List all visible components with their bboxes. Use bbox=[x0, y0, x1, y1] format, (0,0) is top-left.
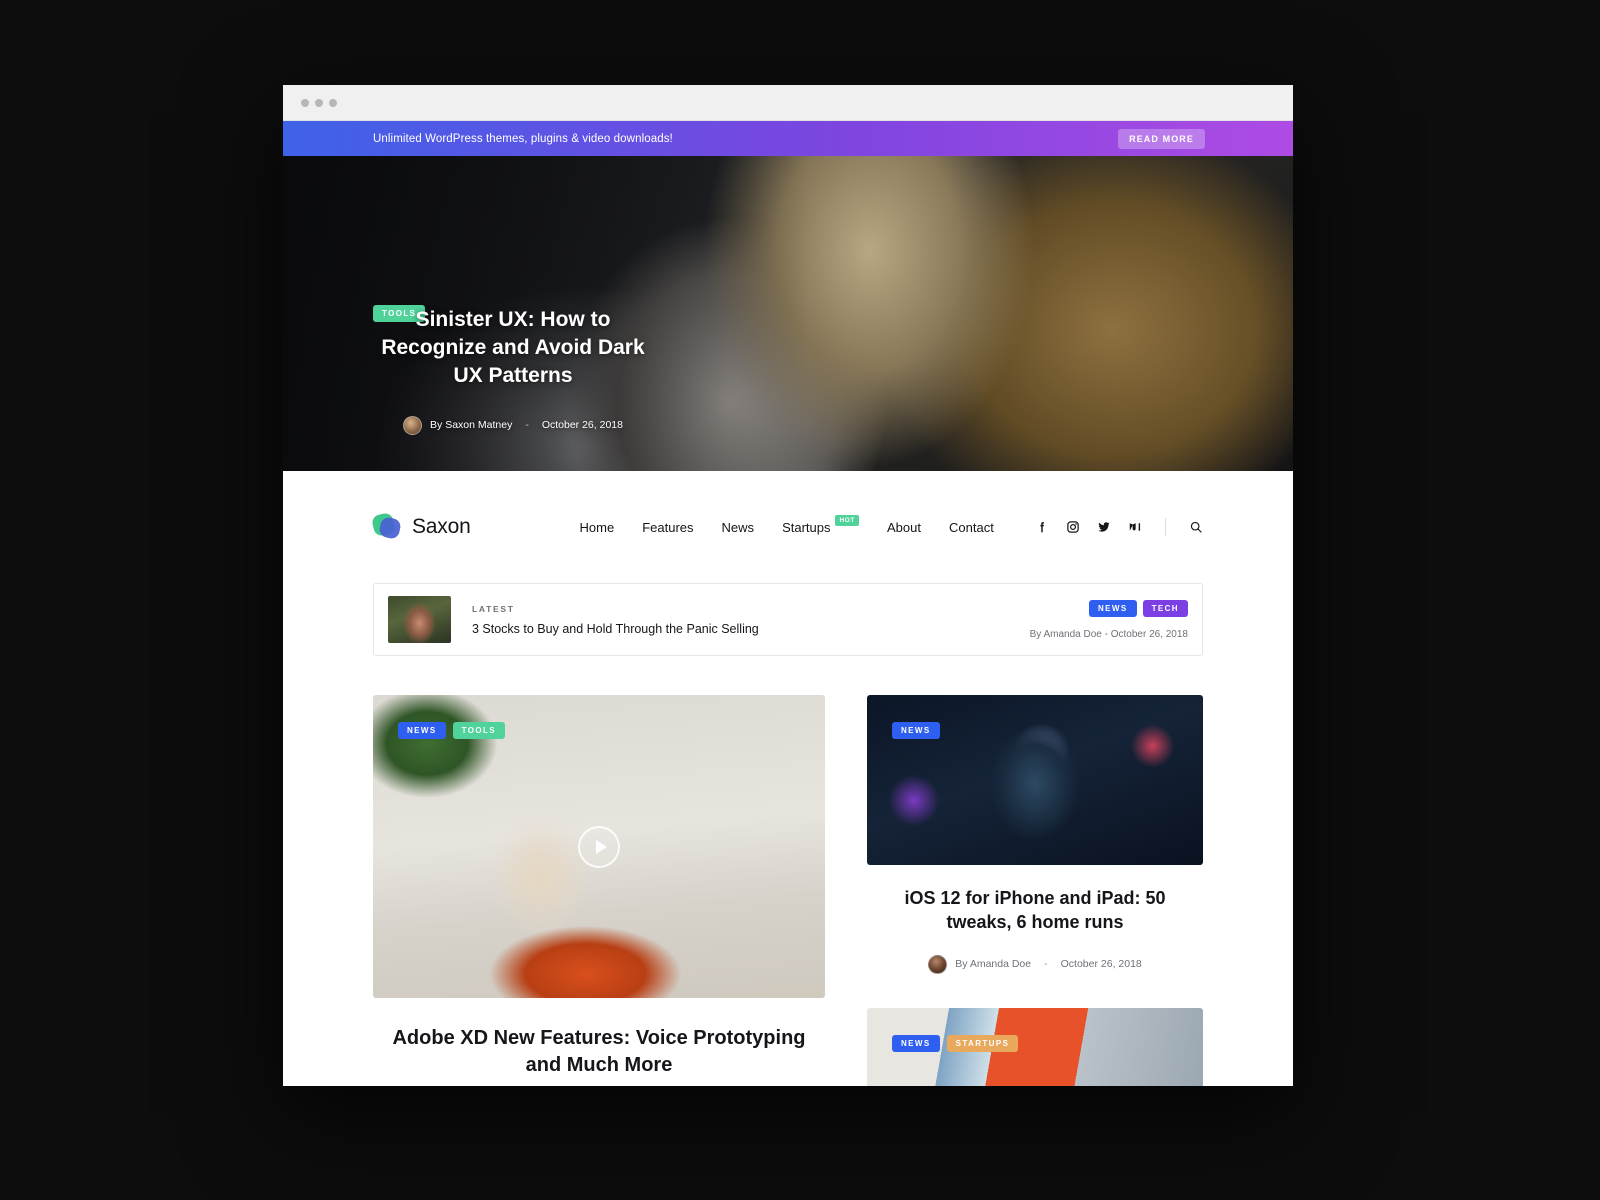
site-logo[interactable]: Saxon bbox=[370, 511, 471, 541]
promo-banner: Unlimited WordPress themes, plugins & vi… bbox=[283, 121, 1293, 156]
latest-post-thumbnail bbox=[388, 596, 451, 643]
nav-label: Contact bbox=[949, 519, 994, 535]
nav-item-contact[interactable]: Contact bbox=[949, 520, 994, 535]
search-icon[interactable] bbox=[1189, 520, 1203, 534]
latest-post-meta-block: NEWS TECH By Amanda Doe - October 26, 20… bbox=[1029, 599, 1188, 640]
video-play-icon[interactable] bbox=[578, 825, 620, 868]
post-ios12-separator: - bbox=[1044, 958, 1048, 971]
browser-titlebar bbox=[283, 85, 1293, 121]
post-grid-right-column: NEWS iOS 12 for iPhone and iPad: 50 twea… bbox=[867, 695, 1203, 1086]
latest-byline: By Amanda Doe - October 26, 2018 bbox=[1029, 628, 1188, 640]
hero-meta-separator: - bbox=[525, 419, 529, 432]
post-ios12-author-avatar bbox=[928, 954, 948, 974]
latest-post-text: LATEST 3 Stocks to Buy and Hold Through … bbox=[472, 604, 759, 636]
post-card-main: NEWS TOOLS Adobe XD New Features: Voice … bbox=[373, 695, 825, 1086]
nav-label: About bbox=[887, 519, 921, 535]
nav-label: Features bbox=[642, 519, 694, 535]
window-minimize-dot[interactable] bbox=[315, 98, 323, 107]
post-main-pill-tools[interactable]: TOOLS bbox=[452, 722, 506, 739]
nav-item-news[interactable]: News bbox=[722, 520, 755, 535]
promo-text: Unlimited WordPress themes, plugins & vi… bbox=[373, 132, 673, 145]
screenshot-canvas: Unlimited WordPress themes, plugins & vi… bbox=[0, 0, 1600, 1200]
post-startups-pills: NEWS STARTUPS bbox=[892, 1034, 1019, 1052]
latest-pill-tech[interactable]: TECH bbox=[1142, 599, 1188, 617]
post-ios12-byline: By Amanda Doe - October 26, 2018 bbox=[867, 954, 1203, 974]
latest-post-title[interactable]: 3 Stocks to Buy and Hold Through the Pan… bbox=[472, 622, 759, 636]
saxon-logo-icon bbox=[370, 511, 402, 541]
post-main-pills: NEWS TOOLS bbox=[398, 722, 506, 739]
post-startups-pill-news[interactable]: NEWS bbox=[892, 1034, 940, 1052]
site-brand-name: Saxon bbox=[412, 515, 471, 538]
facebook-icon[interactable] bbox=[1035, 520, 1049, 534]
nav-item-home[interactable]: Home bbox=[580, 520, 615, 535]
nav-label: Home bbox=[579, 519, 615, 535]
site-header: Saxon Home Features News Startups HOT Ab… bbox=[283, 471, 1293, 583]
hero-author-avatar bbox=[403, 415, 423, 435]
latest-pill-news[interactable]: NEWS bbox=[1089, 599, 1137, 617]
post-ios12-title[interactable]: iOS 12 for iPhone and iPad: 50 tweaks, 6… bbox=[867, 887, 1203, 935]
post-ios12-image bbox=[867, 695, 1203, 865]
header-utilities bbox=[1035, 518, 1203, 536]
latest-post-bar[interactable]: LATEST 3 Stocks to Buy and Hold Through … bbox=[373, 583, 1203, 656]
hero-byline: By Saxon Matney - October 26, 2018 bbox=[373, 415, 653, 435]
hero-featured-post[interactable]: TOOLS Sinister UX: How to Recognize and … bbox=[283, 156, 1293, 471]
post-card-ios12: NEWS iOS 12 for iPhone and iPad: 50 twea… bbox=[867, 695, 1203, 974]
header-divider bbox=[1165, 518, 1166, 536]
primary-navigation: Home Features News Startups HOT About Co… bbox=[580, 514, 994, 535]
instagram-icon[interactable] bbox=[1066, 520, 1080, 534]
post-grid: NEWS TOOLS Adobe XD New Features: Voice … bbox=[373, 695, 1203, 1086]
nav-item-startups[interactable]: Startups HOT bbox=[782, 514, 860, 535]
post-startups-media[interactable]: NEWS STARTUPS bbox=[867, 1007, 1203, 1086]
promo-read-more-button[interactable]: READ MORE bbox=[1118, 128, 1205, 149]
medium-icon[interactable] bbox=[1128, 520, 1142, 534]
nav-item-features[interactable]: Features bbox=[642, 520, 693, 535]
nav-label: Startups bbox=[782, 519, 831, 535]
nav-label: News bbox=[721, 519, 755, 535]
post-ios12-pills: NEWS bbox=[892, 722, 940, 739]
twitter-icon[interactable] bbox=[1097, 520, 1111, 534]
nav-item-about[interactable]: About bbox=[887, 520, 921, 535]
window-maximize-dot[interactable] bbox=[329, 98, 337, 107]
hero-text-block: Sinister UX: How to Recognize and Avoid … bbox=[373, 294, 653, 435]
window-close-dot[interactable] bbox=[301, 98, 309, 107]
hero-title[interactable]: Sinister UX: How to Recognize and Avoid … bbox=[373, 306, 653, 390]
post-card-startups: NEWS STARTUPS bbox=[867, 1007, 1203, 1086]
hero-date: October 26, 2018 bbox=[541, 419, 623, 432]
browser-window: Unlimited WordPress themes, plugins & vi… bbox=[283, 85, 1293, 1086]
post-startups-pill-startups[interactable]: STARTUPS bbox=[946, 1034, 1019, 1052]
post-main-pill-news[interactable]: NEWS bbox=[398, 722, 446, 739]
post-ios12-author[interactable]: By Amanda Doe bbox=[955, 958, 1031, 970]
latest-category-pills: NEWS TECH bbox=[1030, 599, 1188, 617]
post-ios12-date: October 26, 2018 bbox=[1060, 958, 1142, 971]
nav-hot-badge: HOT bbox=[835, 514, 860, 526]
post-ios12-pill-news[interactable]: NEWS bbox=[892, 722, 940, 739]
post-ios12-media[interactable]: NEWS bbox=[867, 695, 1203, 865]
latest-label: LATEST bbox=[472, 603, 515, 614]
post-main-media[interactable]: NEWS TOOLS bbox=[373, 695, 825, 998]
post-main-title[interactable]: Adobe XD New Features: Voice Prototyping… bbox=[373, 1025, 825, 1078]
hero-author-name[interactable]: By Saxon Matney bbox=[430, 419, 512, 431]
